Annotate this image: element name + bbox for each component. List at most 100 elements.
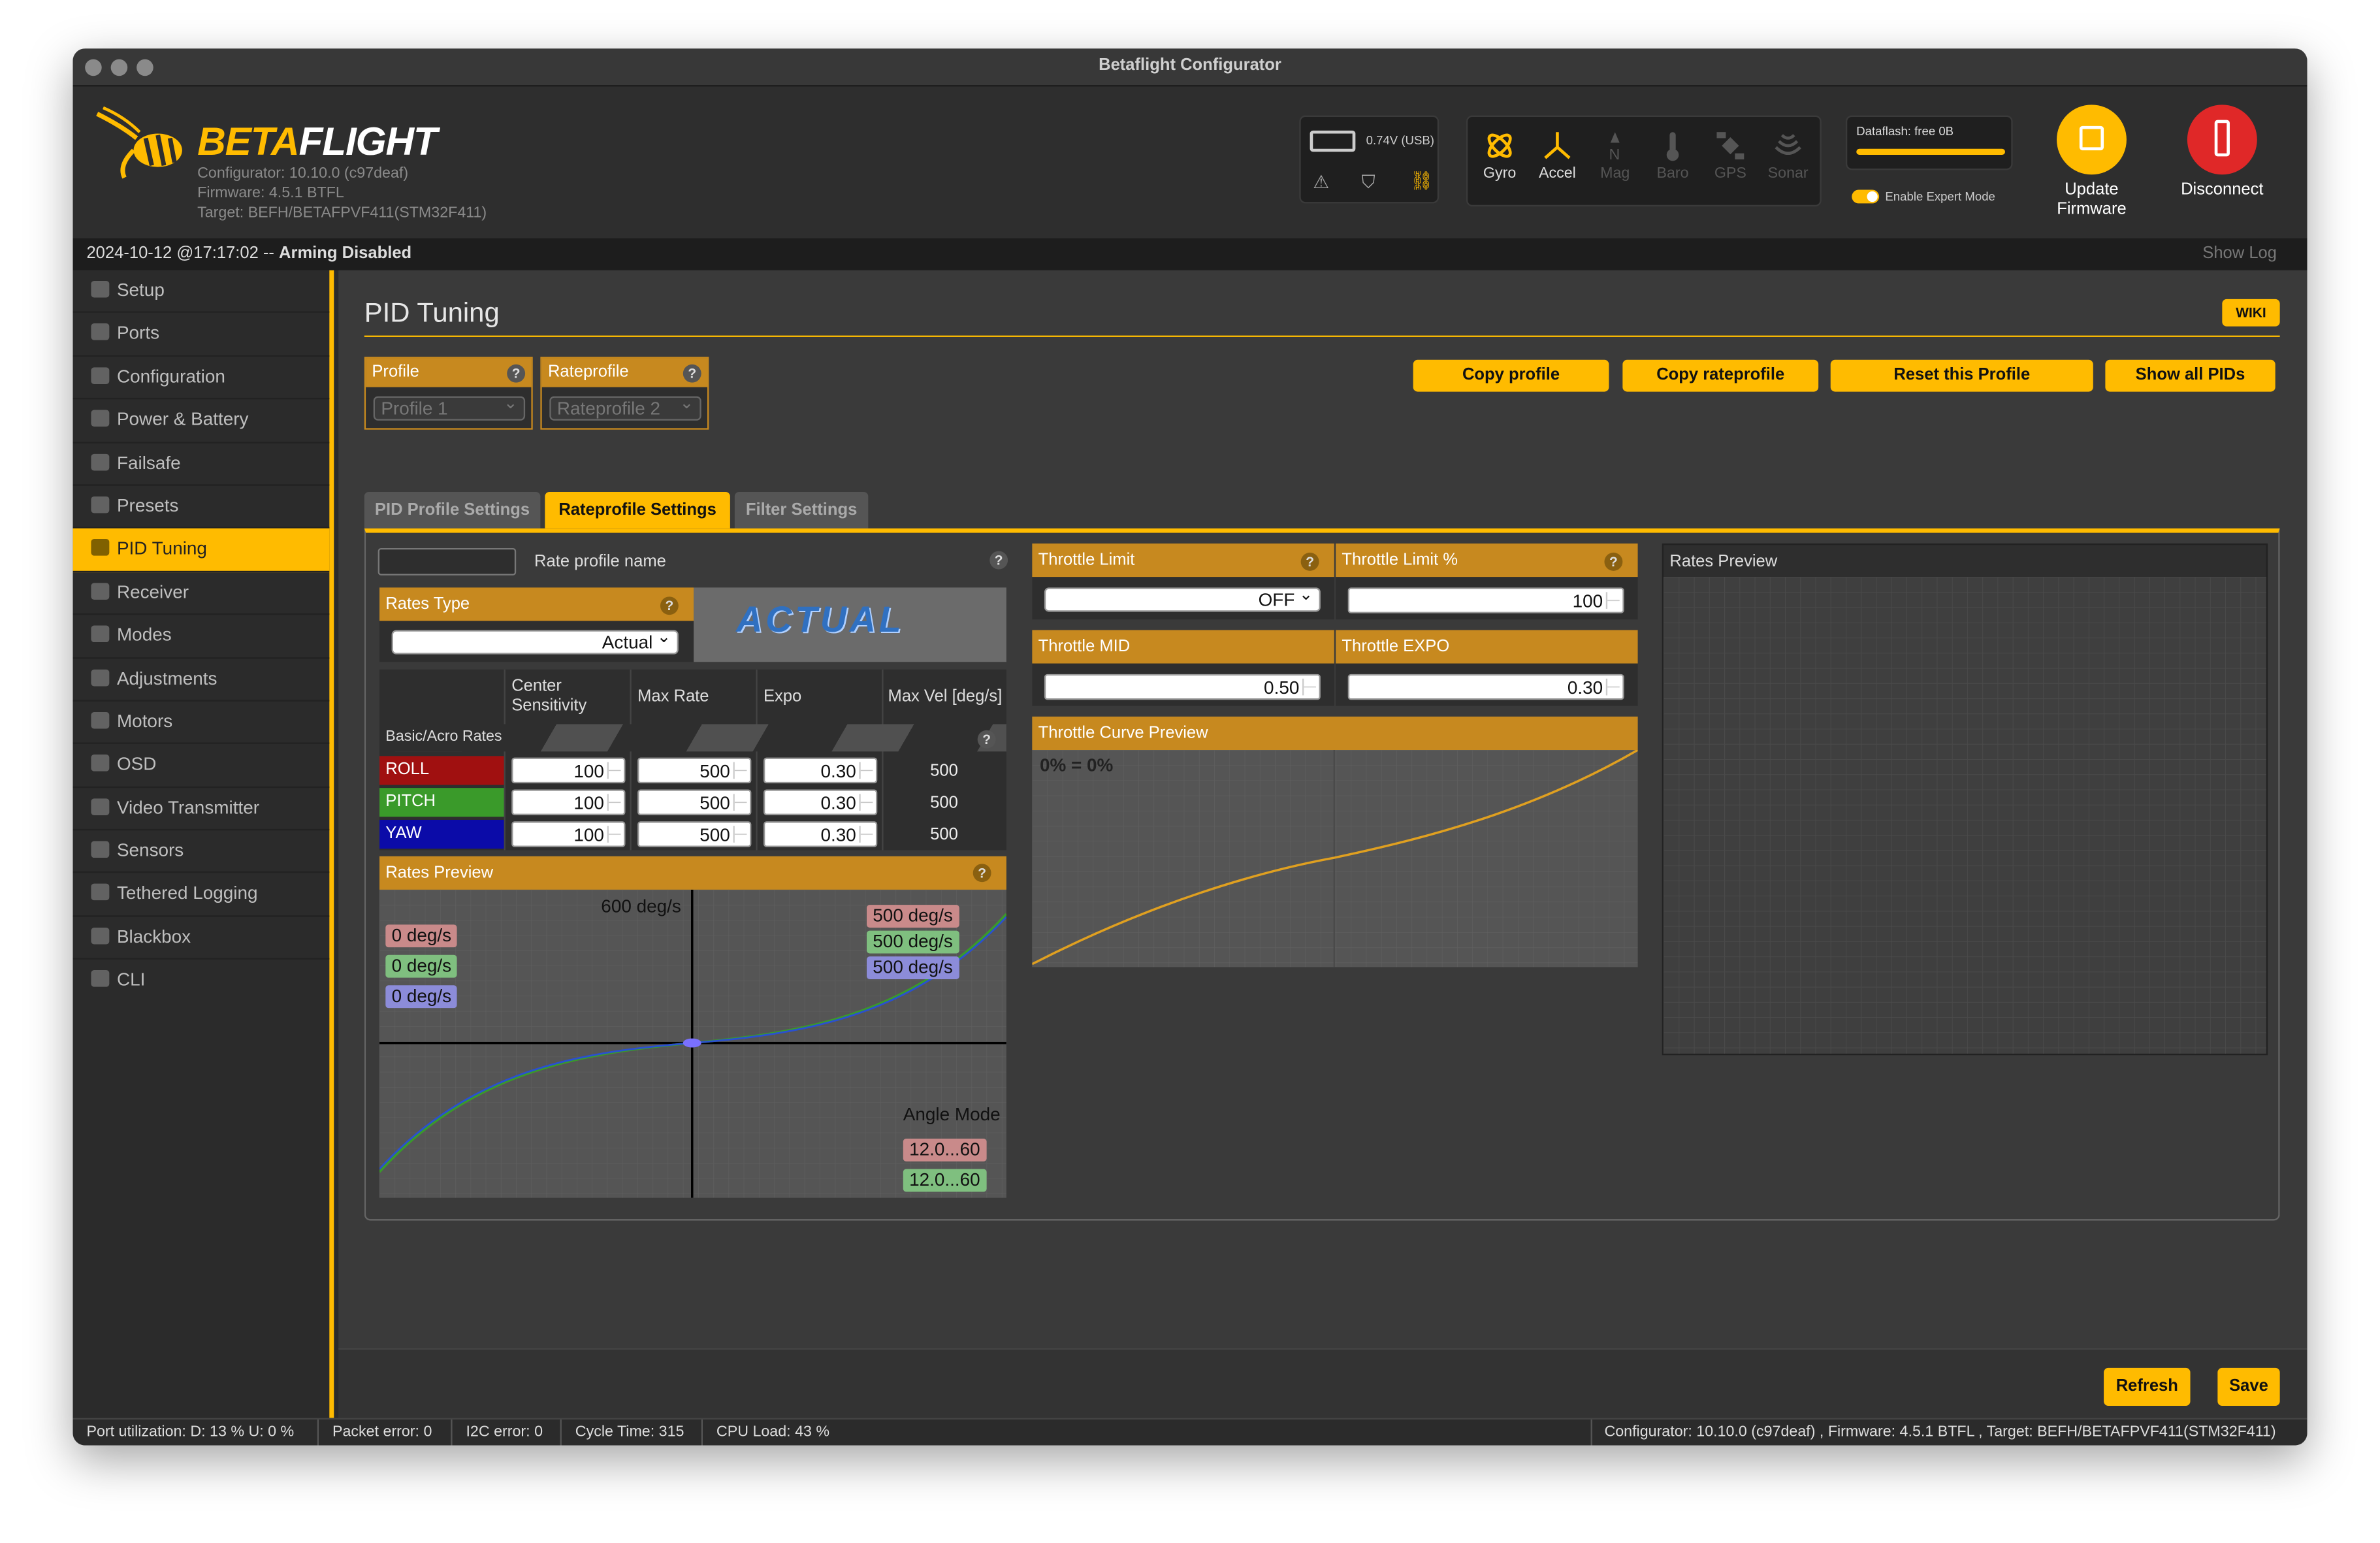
dataflash-label: Dataflash: free 0B	[1856, 124, 1954, 138]
sidebar-item-tethered-logging[interactable]: Tethered Logging	[72, 873, 330, 917]
sidebar-item-configuration[interactable]: Configuration	[72, 357, 330, 400]
throttle-limit-select[interactable]: OFF	[1044, 585, 1321, 612]
tab-pid-profile-settings[interactable]: PID Profile Settings	[364, 491, 541, 528]
throttle-limit-label: Throttle Limit	[1032, 543, 1334, 577]
roll-center-input[interactable]: 100	[511, 757, 626, 784]
profile-select[interactable]: Profile 1	[373, 393, 526, 421]
sensor-gyro: Gyro	[1471, 120, 1528, 201]
reset-profile-button[interactable]: Reset this Profile	[1830, 359, 2093, 392]
throttle-expo-label: Throttle EXPO	[1336, 630, 1638, 664]
cycle-time: Cycle Time: 315	[575, 1423, 684, 1441]
throttle-curve-panel: Throttle Curve Preview 0% = 0%	[1032, 716, 1638, 967]
roll-max-rate-input[interactable]: 500	[637, 757, 752, 784]
throttle-expo-input[interactable]: 0.30	[1347, 674, 1624, 700]
yaw-center-input[interactable]: 100	[511, 821, 626, 847]
packet-error: Packet error: 0	[332, 1423, 432, 1441]
pitch-center-input[interactable]: 100	[511, 789, 626, 815]
cpu-load: CPU Load: 43 %	[716, 1423, 830, 1441]
sidebar-item-receiver[interactable]: Receiver	[72, 572, 330, 615]
sidebar-item-modes[interactable]: Modes	[72, 615, 330, 658]
rates-table: Center Sensitivity Max Rate Expo Max Vel …	[379, 669, 1006, 851]
tab-rateprofile-settings[interactable]: Rateprofile Settings	[545, 491, 730, 528]
vtx-icon	[91, 798, 110, 815]
sidebar-item-video-transmitter[interactable]: Video Transmitter	[72, 787, 330, 831]
yaw-max-rate-input[interactable]: 500	[637, 821, 752, 847]
battery-icon	[91, 410, 110, 427]
sidebar-item-pid-tuning[interactable]: PID Tuning	[72, 528, 330, 572]
roll-current-rate: 0 deg/s	[385, 924, 458, 948]
tab-filter-settings[interactable]: Filter Settings	[734, 491, 869, 528]
rate-profile-name-input[interactable]	[378, 547, 517, 576]
battery-voltage: 0.74V (USB)	[1366, 133, 1434, 148]
port-utilization: Port utilization: D: 13 % U: 0 %	[86, 1423, 295, 1441]
angle-mode-roll: 12.0...60	[903, 1138, 986, 1161]
help-icon[interactable]: ?	[660, 596, 679, 615]
motor-icon	[91, 711, 110, 729]
osd-icon	[91, 755, 110, 772]
sidebar-item-presets[interactable]: Presets	[72, 486, 330, 529]
basic-acro-rates-label: Basic/Acro Rates	[379, 724, 507, 752]
sidebar-item-motors[interactable]: Motors	[72, 701, 330, 745]
sensor-panel: Gyro Accel N Mag Baro GPS Sonar	[1466, 115, 1822, 207]
show-log-link[interactable]: Show Log	[2202, 244, 2277, 263]
sidebar-item-osd[interactable]: OSD	[72, 744, 330, 788]
row-label-roll: ROLL	[379, 756, 504, 785]
rates-preview-label: Rates Preview	[379, 856, 1006, 890]
title-underline	[364, 335, 2280, 337]
sidebar-item-ports[interactable]: Ports	[72, 314, 330, 357]
show-all-pids-button[interactable]: Show all PIDs	[2105, 359, 2275, 392]
angle-mode-label: Angle Mode	[903, 1103, 1001, 1126]
blackbox-icon	[91, 927, 110, 945]
save-button[interactable]: Save	[2217, 1367, 2280, 1406]
firmware-version: Firmware: 4.5.1 BTFL	[197, 185, 344, 203]
main-content: PID Tuning WIKI Profile ? Profile 1 Rate…	[338, 270, 2308, 1418]
help-icon[interactable]: ?	[683, 364, 701, 383]
rates-preview-3d-label: Rates Preview	[1669, 552, 1778, 571]
help-icon[interactable]: ?	[1604, 552, 1623, 571]
battery-panel: 0.74V (USB) ⚠ ⛉ ⛓	[1299, 115, 1439, 204]
help-icon[interactable]: ?	[977, 730, 996, 749]
expert-mode-toggle[interactable]	[1852, 189, 1880, 204]
rates-type-panel: Rates Type ? Actual	[379, 587, 694, 662]
help-icon[interactable]: ?	[973, 864, 991, 883]
copy-profile-button[interactable]: Copy profile	[1413, 359, 1609, 392]
sidebar-item-adjustments[interactable]: Adjustments	[72, 658, 330, 702]
roll-expo-input[interactable]: 0.30	[763, 757, 878, 784]
throttle-mid-input[interactable]: 0.50	[1044, 674, 1321, 700]
battery-icon	[1310, 130, 1356, 152]
baro-icon	[1666, 132, 1679, 161]
pitch-max-vel: 500	[930, 794, 958, 813]
sidebar-item-setup[interactable]: Setup	[72, 270, 330, 314]
throttle-limit-pct-input[interactable]: 100	[1347, 587, 1624, 613]
gyro-icon	[1487, 133, 1512, 158]
pitch-max-rate-label: 500 deg/s	[867, 930, 959, 954]
modes-icon	[91, 625, 110, 643]
rateprofile-select[interactable]: Rateprofile 2	[549, 393, 701, 421]
svg-text:N: N	[1609, 146, 1620, 163]
help-icon[interactable]: ?	[507, 364, 526, 383]
plug-icon	[91, 323, 110, 341]
update-firmware-button[interactable]: Update Firmware	[2049, 105, 2134, 220]
warning-icon: ⚠	[1313, 171, 1330, 193]
sidebar-item-sensors[interactable]: Sensors	[72, 830, 330, 874]
disconnect-button[interactable]: Disconnect	[2174, 105, 2271, 200]
help-icon[interactable]: ?	[989, 551, 1008, 570]
pid-icon	[91, 539, 110, 557]
sidebar-item-cli[interactable]: CLI	[73, 960, 330, 1003]
roll-max-rate-label: 500 deg/s	[867, 905, 959, 928]
pitch-expo-input[interactable]: 0.30	[763, 789, 878, 815]
i2c-error: I2C error: 0	[466, 1423, 543, 1441]
rateprofile-selector: Rateprofile ? Rateprofile 2	[540, 357, 709, 430]
help-icon[interactable]: ?	[1300, 552, 1319, 571]
yaw-expo-input[interactable]: 0.30	[763, 821, 878, 847]
sidebar-item-failsafe[interactable]: Failsafe	[72, 443, 330, 486]
pitch-max-rate-input[interactable]: 500	[637, 789, 752, 815]
sidebar-item-power-battery[interactable]: Power & Battery	[72, 400, 330, 443]
rates-type-select[interactable]: Actual	[391, 627, 679, 655]
copy-rateprofile-button[interactable]: Copy rateprofile	[1622, 359, 1819, 392]
wiki-button[interactable]: WIKI	[2222, 299, 2280, 327]
gear-icon	[91, 366, 110, 384]
refresh-button[interactable]: Refresh	[2104, 1367, 2191, 1406]
wrench-icon	[91, 280, 110, 298]
sidebar-item-blackbox[interactable]: Blackbox	[72, 917, 330, 960]
